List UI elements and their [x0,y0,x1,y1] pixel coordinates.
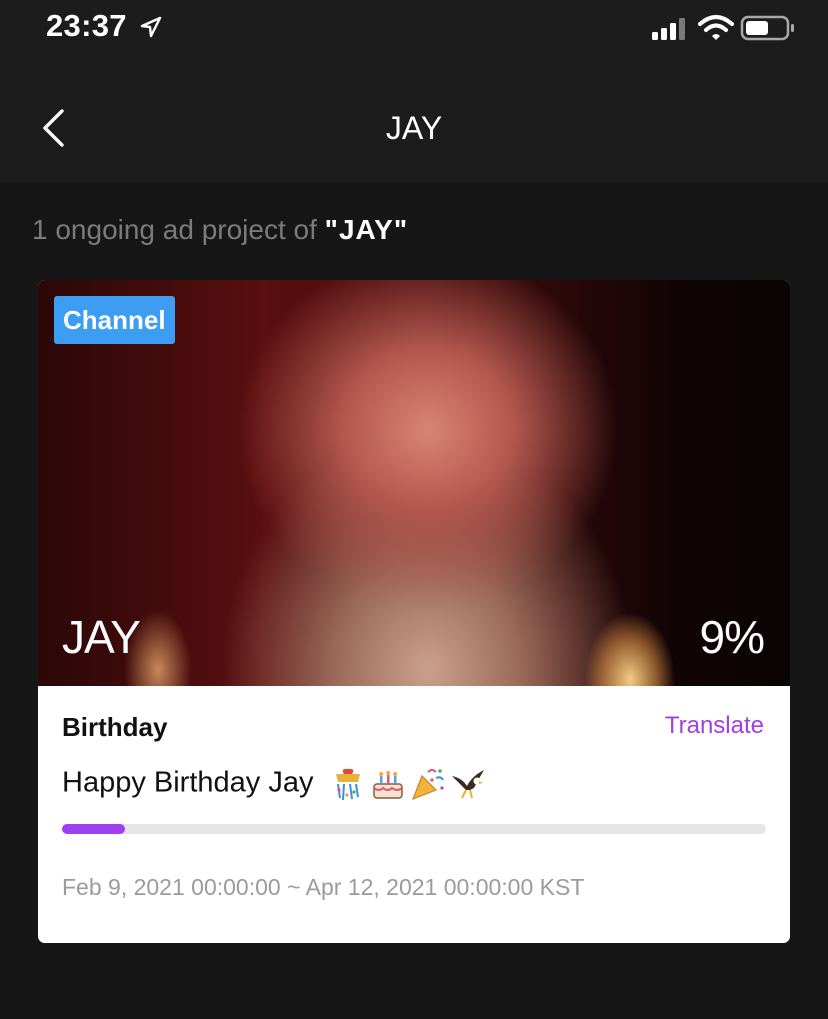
project-category: Birthday [62,712,168,742]
confetti-ball-icon [335,768,360,801]
translate-link[interactable]: Translate [665,712,764,740]
artist-photo: Channel JAY 9% [38,280,790,686]
summary-artist: "JAY" [324,214,409,245]
project-message: Happy Birthday Jay [62,766,486,802]
status-time: 23:37 [46,8,127,43]
project-message-text: Happy Birthday Jay [62,766,314,799]
funding-progress-fill [62,824,126,834]
party-popper-icon [411,769,444,801]
ad-project-card[interactable]: Channel JAY 9% Birthday Translate Happy … [38,280,790,943]
status-bar: 23:37 [0,0,828,56]
channel-badge: Channel [54,296,175,344]
birthday-cake-icon [372,771,403,799]
card-artist-name: JAY [62,611,141,663]
location-arrow-icon [140,16,162,38]
message-emojis [330,766,486,802]
funding-progress-bar [62,824,766,834]
eagle-icon [451,770,484,799]
battery-icon [740,15,794,41]
nav-bar: JAY [0,56,828,182]
funding-percent: 9% [699,611,765,663]
summary-prefix: 1 ongoing ad project of [32,214,325,245]
project-period: Feb 9, 2021 00:00:00 ~ Apr 12, 2021 00:0… [62,874,585,900]
wifi-icon [698,15,734,40]
page-title: JAY [385,110,443,146]
card-body: Birthday Translate Happy Birthday Jay Fe… [38,686,790,943]
project-count-summary: 1 ongoing ad project of "JAY" [32,214,408,246]
cellular-signal-icon [652,18,685,40]
